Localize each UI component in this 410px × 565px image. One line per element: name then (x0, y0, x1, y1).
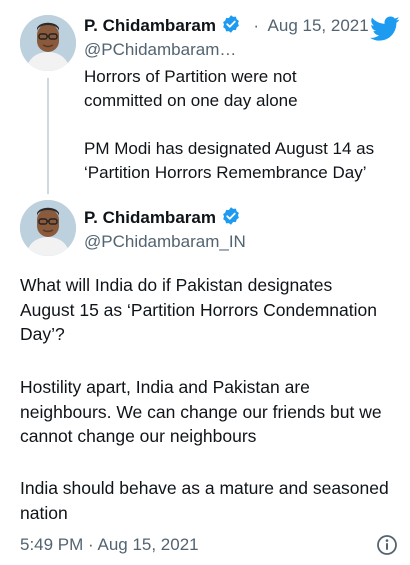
quoted-tweet-header: P. Chidambaram · Aug 15, 2021 (84, 14, 369, 36)
author-name[interactable]: P. Chidambaram (84, 208, 216, 227)
avatar[interactable] (20, 200, 76, 256)
tweet-timestamp[interactable]: 5:49 PM · Aug 15, 2021 (20, 535, 199, 555)
author-handle[interactable]: @PChidambaram_IN (84, 232, 246, 252)
verified-badge-icon (221, 206, 241, 226)
main-tweet-header: P. Chidambaram (84, 206, 241, 228)
twitter-bird-icon (370, 16, 400, 42)
author-handle[interactable]: @PChidambaram… (84, 40, 236, 60)
thread-connector-line (47, 78, 49, 194)
quoted-tweet-paragraph-1: Horrors of Partition were not committed … (84, 67, 298, 110)
tweet-paragraph-3: India should behave as a mature and seas… (20, 478, 389, 523)
tweet-paragraph-2: Hostility apart, India and Pakistan are … (20, 377, 382, 446)
verified-badge-icon (221, 14, 241, 34)
quoted-tweet-paragraph-2: PM Modi has designated August 14 as ‘Par… (84, 139, 375, 182)
tweet-paragraph-1: What will India do if Pakistan designate… (20, 275, 377, 344)
author-name[interactable]: P. Chidambaram (84, 16, 216, 35)
avatar[interactable] (20, 15, 76, 71)
tweet-date[interactable]: Aug 15, 2021 (268, 16, 369, 35)
separator-dot: · (253, 16, 260, 35)
info-icon[interactable] (376, 534, 398, 556)
